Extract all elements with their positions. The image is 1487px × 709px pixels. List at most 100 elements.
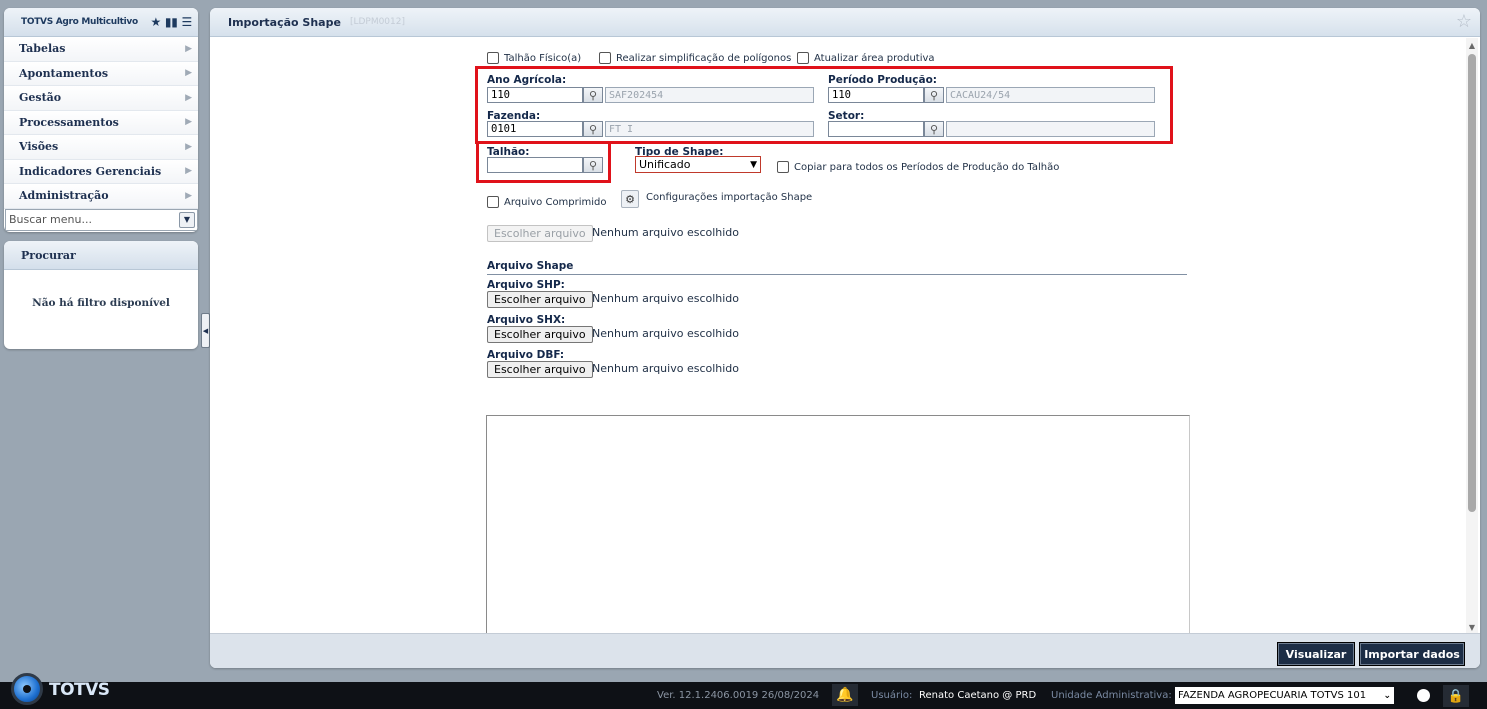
shp-file-button[interactable]: Escolher arquivo (487, 291, 593, 308)
talhao-fisico-checkbox[interactable] (487, 52, 499, 64)
chevron-right-icon: ▶ (185, 92, 192, 103)
menu-item-indicadores-gerenciais[interactable]: Indicadores Gerenciais ▶ (4, 159, 198, 184)
copiar-periodos-checkbox-row[interactable]: Copiar para todos os Períodos de Produçã… (777, 161, 1059, 173)
main-window: Importação Shape [LDPM0012] ☆ Talhão Fís… (210, 8, 1480, 668)
importar-dados-button[interactable]: Importar dados (1359, 642, 1465, 666)
menu-header: TOTVS Agro Multicultivo ★ ▮▮ ☰ (4, 8, 198, 37)
chevron-right-icon: ▶ (185, 190, 192, 201)
gear-icon[interactable]: ⚙ (621, 190, 639, 208)
section-title-arquivo-shape: Arquivo Shape (487, 260, 574, 272)
favorite-star-icon[interactable]: ☆ (1456, 11, 1472, 32)
periodo-producao-search-icon[interactable]: ⚲ (924, 87, 944, 103)
chevron-down-icon: ⌄ (1383, 690, 1391, 701)
compressed-file-button: Escolher arquivo (487, 225, 593, 242)
menu-item-tabelas[interactable]: Tabelas ▶ (4, 37, 198, 62)
dbf-file-status: Nenhum arquivo escolhido (592, 362, 740, 375)
shp-file-status: Nenhum arquivo escolhido (592, 292, 740, 305)
totvs-logo-icon (11, 673, 43, 705)
copiar-periodos-label: Copiar para todos os Períodos de Produçã… (794, 161, 1060, 173)
fazenda-input[interactable] (487, 121, 583, 137)
visualizar-button[interactable]: Visualizar (1277, 642, 1355, 666)
periodo-producao-description (946, 87, 1155, 103)
collapse-sidebar-handle[interactable]: ◀ (201, 313, 210, 348)
ano-agricola-input[interactable] (487, 87, 583, 103)
talhao-input[interactable] (487, 157, 583, 173)
talhao-fisico-checkbox-row[interactable]: Talhão Físico(a) (487, 52, 581, 64)
dbf-label: Arquivo DBF: (487, 349, 565, 361)
user-name: Renato Caetano @ PRD (919, 690, 1037, 701)
ano-agricola-description (605, 87, 814, 103)
area-produtiva-checkbox[interactable] (797, 52, 809, 64)
page-title: Importação Shape (228, 15, 341, 29)
chevron-right-icon: ▶ (185, 117, 192, 128)
area-produtiva-checkbox-row[interactable]: Atualizar área produtiva (797, 52, 935, 64)
version-info: Ver. 12.1.2406.0019 26/08/2024 (657, 690, 820, 701)
config-importacao-label[interactable]: Configurações importação Shape (646, 192, 812, 203)
favorites-star-icon[interactable]: ★ (150, 16, 161, 28)
menu-search-box: ▼ (5, 208, 198, 231)
bell-icon[interactable]: 🔔 (832, 684, 858, 706)
list-tree-icon[interactable]: ☰ (182, 16, 193, 28)
no-filter-message: Não há filtro disponível (32, 297, 170, 309)
chevron-right-icon: ▶ (185, 68, 192, 79)
map-preview-area (486, 415, 1190, 646)
talhao-fisico-label: Talhão Físico(a) (504, 52, 582, 64)
shx-file-status: Nenhum arquivo escolhido (592, 327, 740, 340)
shx-file-button[interactable]: Escolher arquivo (487, 326, 593, 343)
setor-description (946, 121, 1155, 137)
user-label: Usuário: (871, 690, 913, 701)
main-titlebar: Importação Shape [LDPM0012] (210, 8, 1480, 37)
chevron-left-icon: ◀ (202, 326, 209, 335)
menu-item-apontamentos[interactable]: Apontamentos ▶ (4, 61, 198, 86)
dbf-file-button[interactable]: Escolher arquivo (487, 361, 593, 378)
menu-item-processamentos[interactable]: Processamentos ▶ (4, 110, 198, 135)
fazenda-description (605, 121, 814, 137)
menu-item-visoes[interactable]: Visões ▶ (4, 135, 198, 160)
setor-search-icon[interactable]: ⚲ (924, 121, 944, 137)
ano-agricola-search-icon[interactable]: ⚲ (583, 87, 603, 103)
chevron-right-icon: ▶ (185, 166, 192, 177)
setor-input[interactable] (828, 121, 924, 137)
status-bar: Ver. 12.1.2406.0019 26/08/2024 🔔 Usuário… (0, 682, 1487, 709)
connection-status-dot (1417, 689, 1430, 702)
administrative-unit-select[interactable]: FAZENDA AGROPECUARIA TOTVS 101 ⌄ (1175, 687, 1394, 704)
area-produtiva-label: Atualizar área produtiva (814, 52, 935, 64)
chevron-down-icon[interactable]: ▼ (179, 211, 195, 228)
shx-label: Arquivo SHX: (487, 314, 566, 326)
shp-label: Arquivo SHP: (487, 279, 565, 291)
chevron-down-icon: ▼ (750, 159, 757, 170)
vertical-scrollbar[interactable]: ▲ ▼ (1466, 38, 1478, 636)
scroll-up-arrow-icon[interactable]: ▲ (1466, 40, 1478, 52)
arquivo-comprimido-label: Arquivo Comprimido (504, 196, 607, 208)
lock-icon[interactable]: 🔒 (1443, 685, 1469, 707)
arquivo-comprimido-checkbox[interactable] (487, 196, 499, 208)
app-title: TOTVS Agro Multicultivo (21, 17, 138, 27)
unit-label: Unidade Administrativa: (1051, 690, 1172, 701)
simplificacao-checkbox[interactable] (599, 52, 611, 64)
tipo-shape-select[interactable]: Unificado ▼ (635, 156, 761, 173)
copiar-periodos-checkbox[interactable] (777, 161, 789, 173)
fazenda-search-icon[interactable]: ⚲ (583, 121, 603, 137)
compressed-file-status: Nenhum arquivo escolhido (592, 226, 740, 239)
chevron-right-icon: ▶ (185, 43, 192, 54)
scroll-thumb[interactable] (1468, 54, 1476, 512)
menu-item-administracao[interactable]: Administração ▶ (4, 184, 198, 209)
action-footer: Visualizar Importar dados (210, 633, 1480, 668)
search-panel: Procurar Não há filtro disponível (4, 241, 198, 349)
navigation-menu: TOTVS Agro Multicultivo ★ ▮▮ ☰ Tabelas ▶ … (4, 8, 198, 232)
ano-agricola-label: Ano Agrícola: (487, 74, 567, 86)
talhao-search-icon[interactable]: ⚲ (583, 157, 603, 173)
bar-chart-icon[interactable]: ▮▮ (165, 16, 178, 28)
chevron-right-icon: ▶ (185, 141, 192, 152)
periodo-producao-input[interactable] (828, 87, 924, 103)
program-code: [LDPM0012] (349, 17, 406, 27)
totvs-logo-text: TOTVS (49, 680, 110, 700)
periodo-producao-label: Período Produção: (828, 74, 937, 86)
simplificacao-label: Realizar simplificação de polígonos (616, 52, 792, 64)
arquivo-comprimido-checkbox-row[interactable]: Arquivo Comprimido (487, 196, 607, 208)
menu-search-input[interactable] (6, 213, 179, 226)
simplificacao-checkbox-row[interactable]: Realizar simplificação de polígonos (599, 52, 791, 64)
menu-item-gestao[interactable]: Gestão ▶ (4, 86, 198, 111)
totvs-logo: TOTVS (0, 666, 120, 709)
search-panel-title: Procurar (4, 241, 198, 270)
